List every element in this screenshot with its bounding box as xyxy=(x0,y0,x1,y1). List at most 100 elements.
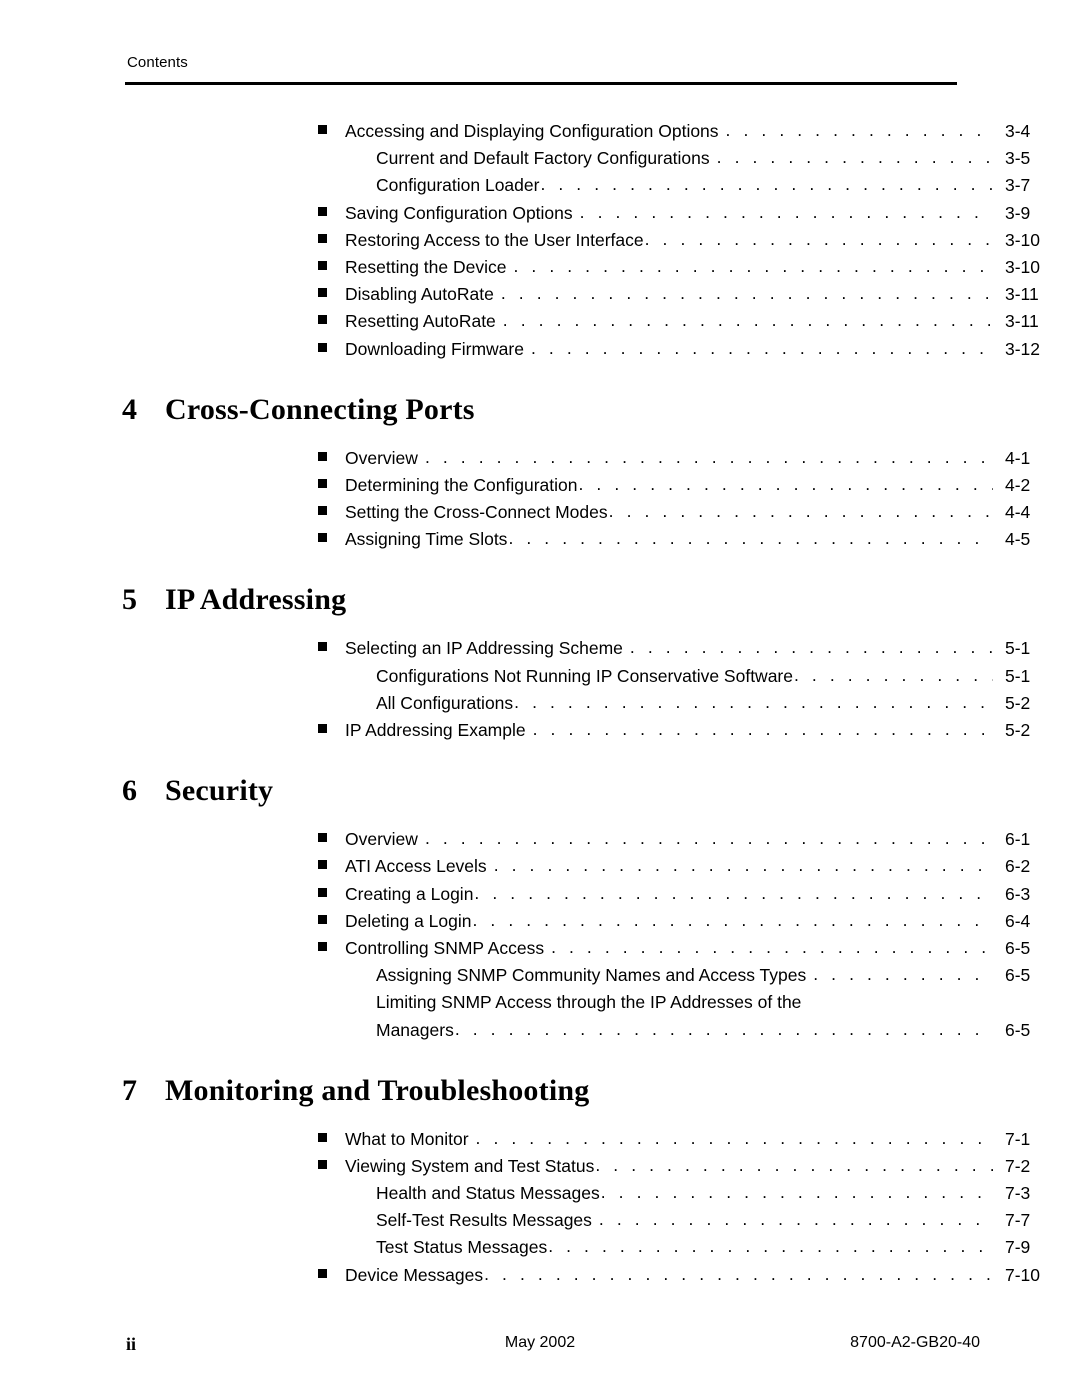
toc-entry[interactable]: Controlling SNMP Access . . . . . . . . .… xyxy=(0,935,1080,962)
running-header-contents: Contents xyxy=(127,54,188,71)
toc-entry[interactable]: Resetting AutoRate . . . . . . . . . . . … xyxy=(0,308,1080,335)
toc-entry-page-number: 4-2 xyxy=(1005,474,1031,495)
toc-entry-label: Overview xyxy=(345,829,418,850)
bullet-square-icon xyxy=(318,200,345,227)
toc-entry[interactable]: Configurations Not Running IP Conservati… xyxy=(0,663,1080,690)
toc-entry-label: Assigning Time Slots xyxy=(345,529,508,550)
bullet-square-icon xyxy=(318,853,345,880)
bullet-square-icon xyxy=(318,533,327,543)
bullet-square-icon xyxy=(318,635,345,662)
bullet-square-icon xyxy=(318,881,345,908)
bullet-square-icon xyxy=(318,506,327,516)
toc-entry-page-number: 3-9 xyxy=(1005,202,1031,223)
bullet-square-icon xyxy=(318,125,327,134)
dot-leader: . . . . . . . . . . . . . . . . . . . . … xyxy=(532,719,993,739)
dot-leader: . . . . . . . . . . . . . . . . . . . . … xyxy=(595,1154,993,1175)
toc-entry[interactable]: IP Addressing Example . . . . . . . . . .… xyxy=(0,717,1080,744)
bullet-square-icon xyxy=(318,860,327,870)
toc-entry[interactable]: Disabling AutoRate . . . . . . . . . . . … xyxy=(0,281,1080,308)
bullet-square-icon xyxy=(318,451,327,461)
dot-leader: . . . . . . . . . . . . . . . . . . . . … xyxy=(598,1209,993,1230)
toc-entry-label: Viewing System and Test Status xyxy=(345,1155,595,1176)
toc-entry[interactable]: Device Messages. . . . . . . . . . . . .… xyxy=(0,1262,1080,1289)
chapter-title[interactable]: IP Addressing xyxy=(165,583,346,617)
bullet-square-icon xyxy=(318,826,345,853)
toc-entry-page-number: 7-7 xyxy=(1005,1210,1031,1231)
toc-entry[interactable]: Overview . . . . . . . . . . . . . . . . … xyxy=(0,445,1080,472)
dot-leader: . . . . . . . . . . . . . . . . . . . . … xyxy=(472,909,993,930)
toc-entry-page-number: 5-1 xyxy=(1005,638,1031,659)
bullet-square-icon xyxy=(318,308,345,335)
toc-entry-label: Downloading Firmware xyxy=(345,338,524,359)
toc-entry-page-number: 3-5 xyxy=(1005,148,1031,169)
toc-entry-label: All Configurations xyxy=(376,692,514,713)
dot-leader: . . . . . . . . . . . . . . . . . . . . … xyxy=(608,501,993,522)
toc-entry[interactable]: Accessing and Displaying Configuration O… xyxy=(0,118,1080,145)
toc-entry-page-number: 4-1 xyxy=(1005,447,1031,468)
toc-entry[interactable]: Selecting an IP Addressing Scheme . . . .… xyxy=(0,635,1080,662)
toc-entry-label: Resetting AutoRate xyxy=(345,311,496,332)
dot-leader: . . . . . . . . . . . . . . . . . . . . … xyxy=(540,174,993,195)
toc-entry[interactable]: Setting the Cross-Connect Modes. . . . .… xyxy=(0,499,1080,526)
bullet-square-icon xyxy=(318,724,327,733)
chapter-number: 4 xyxy=(122,392,137,426)
toc-entry-page-number: 6-3 xyxy=(1005,883,1031,904)
chapter-spacer xyxy=(0,363,1080,393)
dot-leader: . . . . . . . . . . . . . . . . . . . . … xyxy=(493,855,993,876)
dot-leader: . . . . . . . . . . . . . . . . . . . . … xyxy=(578,473,994,494)
chapter-spacer xyxy=(0,427,1080,445)
toc-entry[interactable]: Overview . . . . . . . . . . . . . . . . … xyxy=(0,826,1080,853)
toc-entry[interactable]: Viewing System and Test Status. . . . . … xyxy=(0,1153,1080,1180)
toc-entry[interactable]: Managers. . . . . . . . . . . . . . . . … xyxy=(0,1017,1080,1044)
toc-entry-label: Overview xyxy=(345,447,418,468)
dot-leader: . . . . . . . . . . . . . . . . . . . . … xyxy=(474,882,993,903)
chapter-title[interactable]: Monitoring and Troubleshooting xyxy=(165,1074,589,1108)
toc-entry-label: Health and Status Messages xyxy=(376,1183,600,1204)
bullet-square-icon xyxy=(318,1153,345,1180)
toc-entry[interactable]: Saving Configuration Options . . . . . . … xyxy=(0,200,1080,227)
toc-entry[interactable]: Self-Test Results Messages . . . . . . . … xyxy=(0,1207,1080,1234)
toc-entry-label: Device Messages xyxy=(345,1264,484,1285)
bullet-square-icon xyxy=(318,1126,345,1153)
toc-entry[interactable]: Restoring Access to the User Interface. … xyxy=(0,227,1080,254)
toc-entry[interactable]: Configuration Loader. . . . . . . . . . … xyxy=(0,172,1080,199)
toc-entry-label: ATI Access Levels xyxy=(345,856,487,877)
chapter-spacer xyxy=(0,808,1080,826)
toc-entry-page-number: 5-2 xyxy=(1005,692,1031,713)
bullet-square-icon xyxy=(318,935,345,962)
toc-entry-page-number: 6-5 xyxy=(1005,937,1031,958)
toc-entry[interactable]: Health and Status Messages. . . . . . . … xyxy=(0,1180,1080,1207)
toc-entry-label: Setting the Cross-Connect Modes xyxy=(345,502,608,523)
toc-entry[interactable]: Creating a Login. . . . . . . . . . . . … xyxy=(0,881,1080,908)
toc-entry[interactable]: ATI Access Levels . . . . . . . . . . . .… xyxy=(0,853,1080,880)
toc-entry-label: Limiting SNMP Access through the IP Addr… xyxy=(376,992,802,1013)
chapter-number: 5 xyxy=(122,583,137,617)
toc-entry[interactable]: Determining the Configuration. . . . . .… xyxy=(0,472,1080,499)
toc-entry-label: Creating a Login xyxy=(345,883,474,904)
bullet-square-icon xyxy=(318,227,345,254)
chapter-spacer xyxy=(0,1108,1080,1126)
toc-entry[interactable]: Downloading Firmware . . . . . . . . . . … xyxy=(0,336,1080,363)
toc-entry-page-number: 7-1 xyxy=(1005,1128,1031,1149)
toc-entry-page-number: 6-5 xyxy=(1005,1019,1031,1040)
toc-entry-label: Managers xyxy=(376,1019,454,1040)
bullet-square-icon xyxy=(318,118,345,145)
toc-entry-label: Controlling SNMP Access xyxy=(345,937,545,958)
toc-entry[interactable]: Deleting a Login. . . . . . . . . . . . … xyxy=(0,908,1080,935)
toc-entry[interactable]: What to Monitor . . . . . . . . . . . . .… xyxy=(0,1126,1080,1153)
toc-entry-page-number: 4-4 xyxy=(1005,502,1031,523)
dot-leader: . . . . . . . . . . . . . . . . . . . . … xyxy=(725,120,993,140)
chapter-title[interactable]: Security xyxy=(165,774,273,808)
toc-entry[interactable]: Assigning Time Slots. . . . . . . . . . … xyxy=(0,526,1080,553)
toc-entry[interactable]: Test Status Messages. . . . . . . . . . … xyxy=(0,1234,1080,1261)
chapter-title[interactable]: Cross-Connecting Ports xyxy=(165,393,475,427)
toc-entry[interactable]: All Configurations. . . . . . . . . . . … xyxy=(0,690,1080,717)
toc-entry[interactable]: Current and Default Factory Configuratio… xyxy=(0,145,1080,172)
toc-entry[interactable]: Assigning SNMP Community Names and Acces… xyxy=(0,962,1080,989)
toc-entry[interactable]: Limiting SNMP Access through the IP Addr… xyxy=(0,989,1080,1016)
bullet-square-icon xyxy=(318,1262,345,1289)
dot-leader: . . . . . . . . . . . . . . . . . . . . … xyxy=(475,1127,993,1148)
bullet-square-icon xyxy=(318,833,327,843)
toc-entry-page-number: 6-5 xyxy=(1005,965,1031,986)
toc-entry[interactable]: Resetting the Device . . . . . . . . . . … xyxy=(0,254,1080,281)
